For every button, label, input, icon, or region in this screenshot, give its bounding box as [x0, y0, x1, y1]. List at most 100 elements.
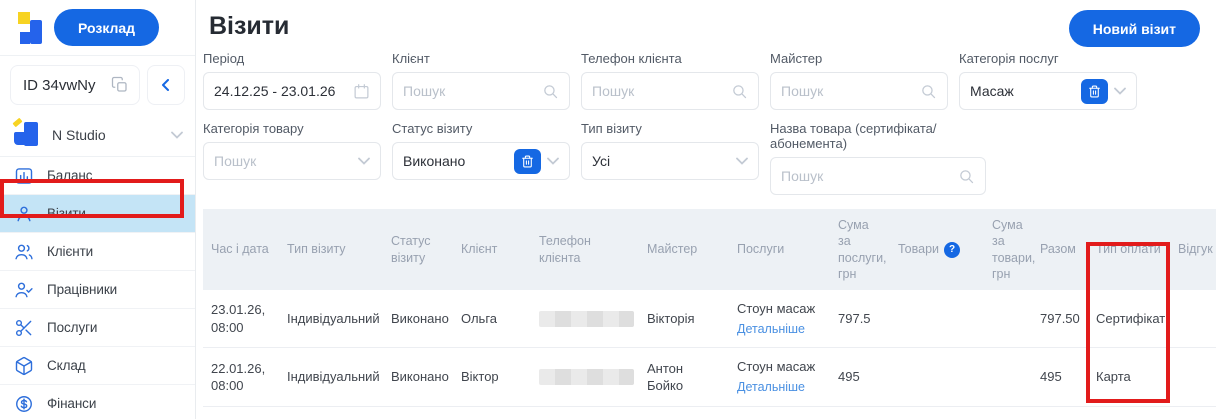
sidebar-item-balance[interactable]: Баланс: [0, 157, 195, 195]
chevron-down-icon: [736, 157, 748, 165]
copy-icon[interactable]: [111, 76, 129, 94]
studio-selector[interactable]: N Studio: [0, 113, 195, 157]
clear-service-category-button[interactable]: [1081, 78, 1108, 104]
cell-services: Стоун масаж Детальніше: [729, 406, 830, 419]
sidebar-item-finance[interactable]: Фінанси: [0, 385, 195, 419]
sidebar-item-clients[interactable]: Клієнти: [0, 233, 195, 271]
filter-period: Період 24.12.25 - 23.01.26: [203, 51, 381, 110]
app-screen: Розклад ID 34vwNy N Studio Баланс Візити…: [0, 0, 1216, 419]
sidebar-item-label: Послуги: [47, 320, 98, 335]
filter-client-phone: Телефон клієнта: [581, 51, 759, 110]
search-icon: [920, 83, 937, 100]
cell-client: Ольга: [453, 290, 531, 349]
visit-type-select[interactable]: Усі: [581, 142, 759, 180]
cell-payment-type: Сертифікат: [1088, 290, 1170, 349]
clear-visit-status-button[interactable]: [514, 148, 541, 174]
dollar-coin-icon: [14, 394, 34, 414]
cell-services: Стоун масаж Детальніше: [729, 290, 830, 349]
col-review: Відгук: [1170, 209, 1216, 290]
filter-label: Майстер: [770, 51, 823, 66]
account-id-card: ID 34vwNy: [10, 65, 140, 105]
service-name: Стоун масаж: [737, 359, 816, 375]
cell-visit-type: Індивідуальний: [279, 406, 383, 419]
col-total: Разом: [1032, 209, 1088, 290]
filter-label: Період: [203, 51, 245, 66]
details-link[interactable]: Детальніше: [737, 321, 805, 338]
sidebar-item-warehouse[interactable]: Склад: [0, 347, 195, 385]
cell-services-sum: 1400: [830, 406, 890, 419]
col-status: Статус візиту: [383, 209, 453, 290]
people-icon: [14, 242, 34, 262]
service-category-select[interactable]: Масаж: [959, 72, 1137, 110]
studio-name: N Studio: [52, 126, 106, 143]
col-services: Послуги: [729, 209, 830, 290]
filter-product-category: Категорія товару Пошук: [203, 121, 381, 195]
cell-products: [890, 347, 984, 407]
client-search-input-wrap: [392, 72, 570, 110]
sidebar-item-label: Склад: [47, 358, 86, 373]
filter-visit-status: Статус візиту Виконано: [392, 121, 570, 195]
box-icon: [14, 356, 34, 376]
sidebar-item-services[interactable]: Послуги: [0, 309, 195, 347]
visits-table: Час і дата Тип візиту Статус візиту Кліє…: [203, 209, 1216, 419]
filter-master: Майстер: [770, 51, 948, 110]
visit-type-value: Усі: [592, 153, 611, 169]
help-icon[interactable]: ?: [944, 241, 960, 258]
filter-client: Клієнт: [392, 51, 570, 110]
cell-review: [1170, 406, 1216, 419]
period-value: 24.12.25 - 23.01.26: [214, 83, 336, 99]
product-category-select[interactable]: Пошук: [203, 142, 381, 180]
cell-status: Виконано: [383, 406, 453, 419]
cell-phone: [531, 347, 639, 407]
cell-payment-type: Карта: [1088, 347, 1170, 407]
calendar-icon: [353, 83, 370, 100]
table-row[interactable]: 23.01.26, 08:00 Індивідуальний Виконано …: [203, 290, 1216, 349]
cell-status: Виконано: [383, 290, 453, 349]
sidebar-item-visits[interactable]: Візити: [0, 195, 195, 233]
cell-total: 495: [1032, 347, 1088, 407]
search-icon: [958, 168, 975, 185]
sidebar-collapse-button[interactable]: [147, 65, 185, 105]
table-row[interactable]: 22.01.26, 08:00 Індивідуальний Виконано …: [203, 347, 1216, 407]
sidebar-item-staff[interactable]: Працівники: [0, 271, 195, 309]
cell-datetime: 22.01.26, 08:00: [203, 347, 279, 407]
service-name: Стоун масаж: [737, 301, 816, 316]
main-content: Візити Новий візит Період 24.12.25 - 23.…: [197, 0, 1216, 419]
new-visit-button[interactable]: Новий візит: [1068, 10, 1200, 47]
cell-master: Антон Бойко: [639, 347, 729, 407]
visit-status-select[interactable]: Виконано: [392, 142, 570, 180]
details-link[interactable]: Детальніше: [737, 379, 805, 396]
table-row[interactable]: 21.01.26, 11:00 Індивідуальний Виконано …: [203, 406, 1216, 419]
sidebar-item-label: Візити: [47, 206, 86, 221]
sidebar-item-label: Клієнти: [47, 244, 94, 259]
account-id-row: ID 34vwNy: [0, 56, 195, 113]
client-search-input[interactable]: [403, 83, 536, 99]
filter-service-category: Категорія послуг Масаж: [959, 51, 1137, 110]
trash-icon: [522, 155, 533, 167]
chevron-left-icon: [162, 79, 169, 91]
client-phone-input-wrap: [581, 72, 759, 110]
chevron-down-icon: [171, 131, 183, 139]
cell-review: [1170, 290, 1216, 349]
cell-master: Вікторія: [639, 290, 729, 349]
person-check-icon: [14, 280, 34, 300]
chevron-down-icon: [547, 157, 559, 165]
master-search-input[interactable]: [781, 83, 914, 99]
product-name-input-wrap: [770, 157, 986, 195]
col-payment-type: Тип оплати: [1088, 209, 1170, 290]
client-phone-input[interactable]: [592, 83, 725, 99]
cell-total: 797.50: [1032, 290, 1088, 349]
period-input[interactable]: 24.12.25 - 23.01.26: [203, 72, 381, 110]
cell-client: Віктор: [453, 347, 531, 407]
cell-client: Віктор: [453, 406, 531, 419]
filter-label: Назва товара (сертифіката/абонемента): [770, 121, 937, 151]
account-id: ID 34vwNy: [23, 76, 96, 94]
filter-label: Телефон клієнта: [581, 51, 682, 66]
filter-product-name: Назва товара (сертифіката/абонемента): [770, 121, 986, 195]
schedule-button[interactable]: Розклад: [54, 9, 160, 46]
product-name-input[interactable]: [781, 168, 952, 184]
col-datetime: Час і дата: [203, 209, 279, 290]
cell-services: Стоун масаж Детальніше: [729, 347, 830, 407]
col-visit-type: Тип візиту: [279, 209, 383, 290]
cell-datetime: 23.01.26, 08:00: [203, 290, 279, 349]
